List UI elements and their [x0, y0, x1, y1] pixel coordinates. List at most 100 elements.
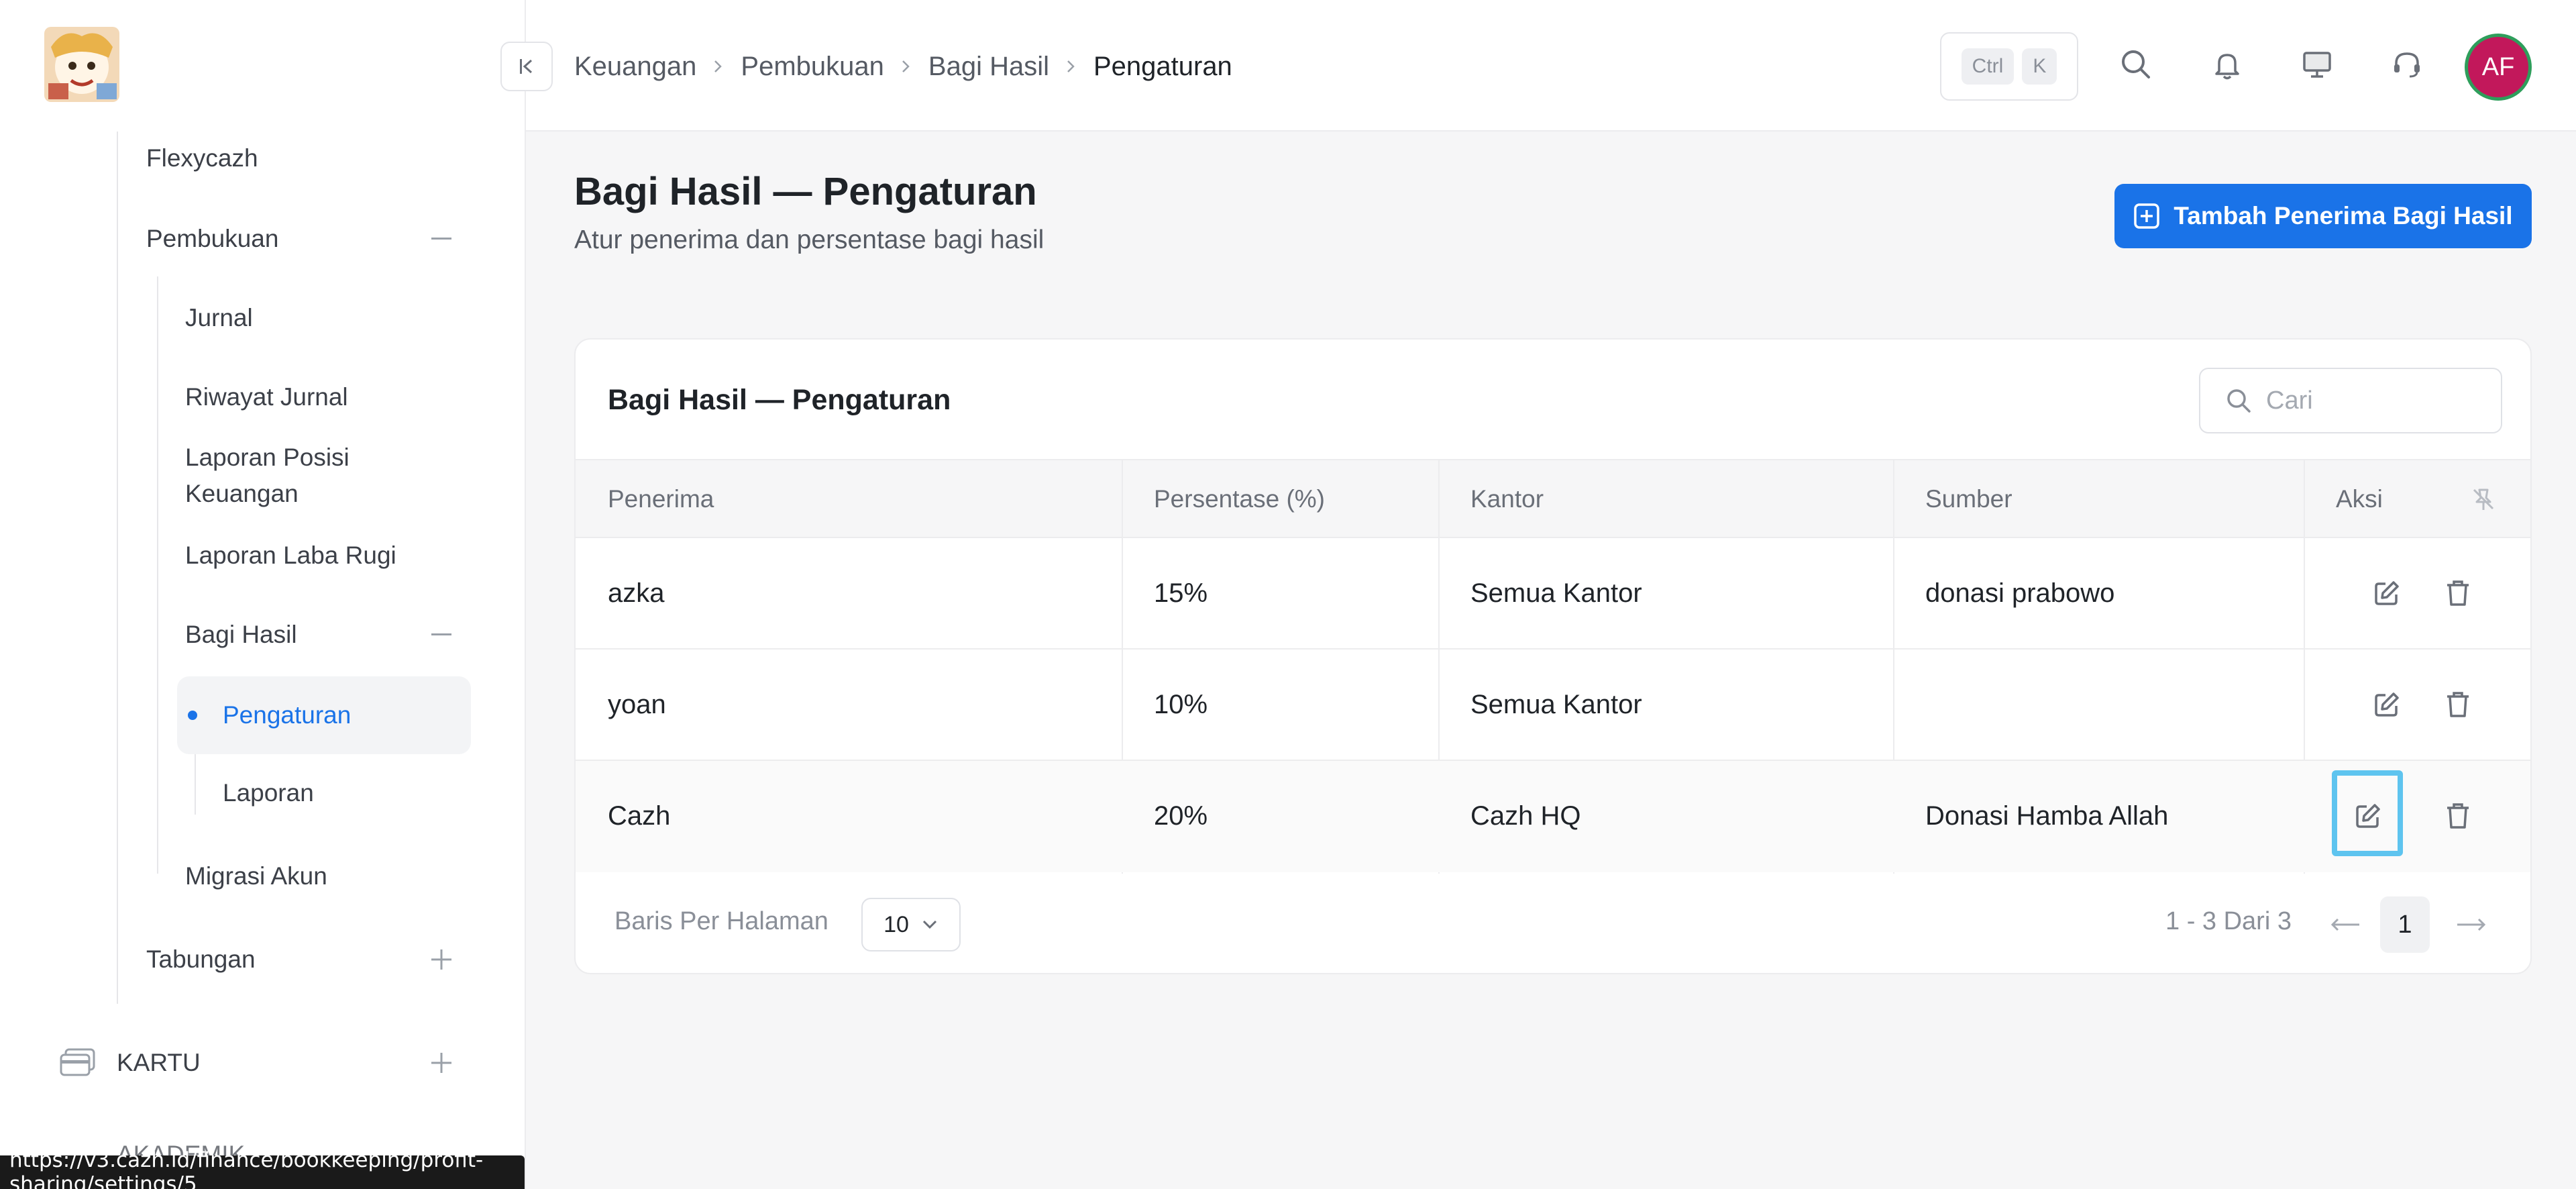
column-header-kantor[interactable]: Kantor [1438, 460, 1544, 538]
plus-square-icon [2134, 203, 2160, 229]
breadcrumb-item-pembukuan[interactable]: Pembukuan [741, 52, 883, 82]
sidebar-item-flexycazh[interactable]: Flexycazh [146, 132, 258, 185]
breadcrumb: Keuangan Pembukuan Bagi Hasil Pengaturan [574, 48, 1232, 85]
sidebar-item-jurnal[interactable]: Jurnal [185, 291, 253, 345]
trash-icon[interactable] [2439, 797, 2477, 835]
sidebar-item-label: Riwayat Jurnal [185, 383, 348, 411]
search-icon [2227, 389, 2251, 413]
sidebar-section-label: KARTU [117, 1049, 201, 1076]
logo-image-icon [44, 27, 119, 102]
headset-icon [2394, 52, 2420, 78]
search-icon [2122, 50, 2150, 79]
table-row: yoan 10% Semua Kantor [576, 650, 2530, 761]
edit-icon[interactable] [2368, 686, 2406, 723]
settings-card: Bagi Hasil — Pengaturan Penerima Persent… [574, 338, 2532, 974]
sidebar-item-pembukuan[interactable]: Pembukuan [146, 212, 455, 266]
cell-sumber: Donasi Hamba Allah [1925, 800, 2169, 831]
sidebar-item-laporan-posisi-keuangan[interactable]: Laporan Posisi Keuangan [185, 439, 350, 513]
edit-icon[interactable] [2349, 797, 2387, 835]
search-input[interactable] [2266, 386, 2487, 415]
status-bar-url: https://v3.cazh.id/finance/bookkeeping/p… [0, 1148, 525, 1189]
user-avatar[interactable]: AF [2465, 34, 2532, 101]
table-row: Cazh 20% Cazh HQ Donasi Hamba Allah [576, 761, 2530, 872]
app-logo[interactable] [44, 27, 119, 102]
sidebar-item-riwayat-jurnal[interactable]: Riwayat Jurnal [185, 370, 348, 424]
column-header-penerima[interactable]: Penerima [576, 460, 714, 538]
cell-persentase: 15% [1154, 578, 1208, 608]
card-title: Bagi Hasil — Pengaturan [608, 384, 951, 416]
chevron-down-icon [922, 920, 936, 929]
column-header-aksi: Aksi [2336, 485, 2383, 513]
table-row: azka 15% Semua Kantor donasi prabowo [576, 538, 2530, 650]
expand-plus-icon[interactable] [428, 946, 455, 973]
table-search[interactable] [2199, 368, 2502, 433]
active-dot-icon [188, 711, 197, 720]
collapse-minus-icon[interactable] [428, 225, 455, 252]
page-subtitle: Atur penerima dan persentase bagi hasil [574, 225, 1044, 254]
bell-icon [2215, 54, 2239, 80]
rows-per-page-label: Baris Per Halaman [614, 907, 828, 935]
column-header-persentase[interactable]: Persentase (%) [1122, 460, 1325, 538]
sidebar-item-laporan[interactable]: Laporan [223, 766, 314, 820]
sidebar-item-label: Pembukuan [146, 225, 279, 252]
add-recipient-button[interactable]: Tambah Penerima Bagi Hasil [2114, 184, 2532, 248]
cell-persentase: 20% [1154, 800, 1208, 831]
tree-line-level1 [117, 132, 118, 1004]
card-icon [59, 1047, 97, 1079]
kbd-k: K [2022, 48, 2057, 85]
breadcrumb-item-keuangan[interactable]: Keuangan [574, 52, 696, 82]
sidebar-item-tabungan[interactable]: Tabungan [146, 933, 455, 986]
sidebar-item-label: Migrasi Akun [185, 862, 327, 890]
column-header-sumber[interactable]: Sumber [1893, 460, 2012, 538]
sidebar-section-kartu[interactable]: KARTU [117, 1036, 455, 1090]
expand-plus-icon[interactable] [428, 1049, 455, 1076]
sidebar: Flexycazh Pembukuan Jurnal Riwayat Jurna… [0, 0, 526, 1189]
cell-kantor: Semua Kantor [1470, 578, 1642, 608]
sidebar-item-label: Laporan [223, 779, 314, 807]
trash-icon[interactable] [2439, 574, 2477, 612]
cell-kantor: Semua Kantor [1470, 689, 1642, 719]
sidebar-item-pengaturan[interactable]: Pengaturan [177, 676, 471, 754]
rows-per-page-value: 10 [883, 911, 909, 937]
monitor-icon [2303, 52, 2331, 78]
chevron-right-icon [900, 57, 912, 76]
cell-penerima: Cazh [608, 800, 671, 831]
sidebar-item-bagi-hasil[interactable]: Bagi Hasil [185, 608, 455, 662]
sidebar-item-label: Pengaturan [223, 701, 352, 729]
sidebar-item-label: Bagi Hasil [185, 621, 297, 648]
search-button[interactable] [2114, 43, 2157, 86]
display-button[interactable] [2296, 43, 2339, 86]
table-footer: Baris Per Halaman 10 1 - 3 Dari 3 1 [576, 874, 2530, 973]
tree-line-level3 [195, 754, 196, 815]
tree-line-level2 [157, 276, 158, 874]
sidebar-item-label: Keuangan [185, 480, 299, 507]
prev-page-arrow-icon[interactable] [2329, 909, 2361, 941]
command-palette-shortcut[interactable]: Ctrl K [1940, 32, 2078, 101]
sidebar-item-label: Jurnal [185, 304, 253, 331]
collapse-minus-icon[interactable] [428, 621, 455, 648]
cell-penerima: yoan [608, 689, 666, 719]
notifications-button[interactable] [2206, 43, 2249, 86]
support-button[interactable] [2385, 43, 2428, 86]
kbd-ctrl: Ctrl [1961, 48, 2015, 85]
cell-persentase: 10% [1154, 689, 1208, 719]
sidebar-item-label: Laporan Laba Rugi [185, 541, 396, 569]
chevron-right-icon [1065, 57, 1077, 76]
edit-icon[interactable] [2368, 574, 2406, 612]
sidebar-item-label: Laporan Posisi [185, 444, 350, 471]
cell-sumber: donasi prabowo [1925, 578, 2115, 608]
page-number-current[interactable]: 1 [2380, 896, 2430, 953]
sidebar-item-migrasi-akun[interactable]: Migrasi Akun [185, 849, 327, 903]
add-recipient-label: Tambah Penerima Bagi Hasil [2174, 202, 2513, 229]
breadcrumb-item-bagi-hasil[interactable]: Bagi Hasil [928, 52, 1049, 82]
trash-icon[interactable] [2439, 686, 2477, 723]
unpin-column-icon[interactable] [2465, 480, 2502, 518]
pagination-range: 1 - 3 Dari 3 [2165, 907, 2292, 935]
sidebar-item-label: Flexycazh [146, 144, 258, 172]
rows-per-page-select[interactable]: 10 [861, 898, 961, 951]
sidebar-item-laporan-laba-rugi[interactable]: Laporan Laba Rugi [185, 529, 396, 582]
collapse-sidebar-button[interactable] [500, 42, 553, 91]
next-page-arrow-icon[interactable] [2455, 909, 2487, 941]
sidebar-item-label: Tabungan [146, 945, 256, 973]
cell-penerima: azka [608, 578, 665, 608]
